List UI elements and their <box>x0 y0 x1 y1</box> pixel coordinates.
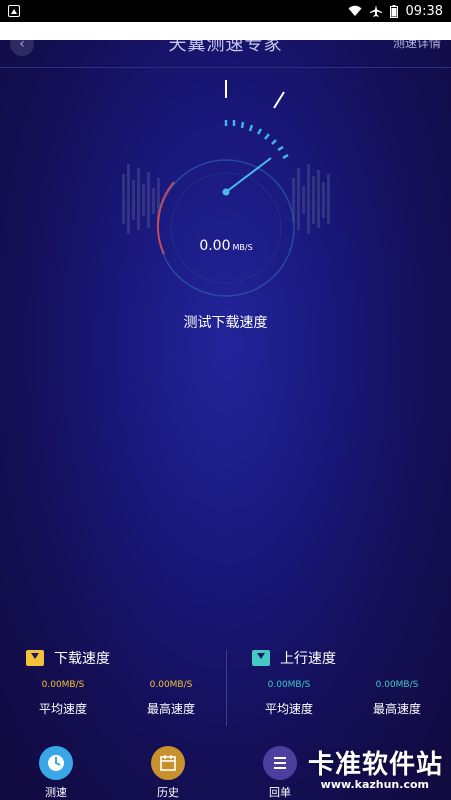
watermark-text: 卡准软件站 <box>307 750 443 780</box>
tab-receipt-label: 回单 <box>269 786 291 799</box>
upload-stats: 上行速度 0.00MB/S 平均速度 0.00MB/S 最高速度 <box>226 636 446 730</box>
download-title: 下载速度 <box>54 651 110 667</box>
tab-speed-test-label: 测速 <box>45 786 67 799</box>
download-max-value: 0.00MB/S <box>149 680 193 690</box>
gauge-graphic <box>122 80 330 297</box>
upload-heading: 上行速度 <box>252 648 336 668</box>
gauge-hub <box>222 188 230 196</box>
status-time: 09:38 <box>405 3 443 19</box>
download-stats: 下载速度 0.00MB/S 平均速度 0.00MB/S 最高速度 <box>0 636 220 730</box>
wifi-icon <box>348 5 362 16</box>
top-strip <box>0 22 451 40</box>
battery-icon <box>389 4 398 18</box>
notification-icon <box>8 5 20 17</box>
upload-icon <box>252 650 270 666</box>
status-bar: 09:38 <box>0 0 451 22</box>
download-average-value: 0.00MB/S <box>41 680 85 690</box>
download-heading: 下载速度 <box>26 648 110 668</box>
download-max-label: 最高速度 <box>146 702 195 716</box>
clock-icon <box>39 746 73 780</box>
upload-average: 0.00MB/S 平均速度 <box>244 680 334 717</box>
current-speed-readout: 0.00 MB/S <box>116 238 336 254</box>
speed-details-link[interactable]: 测速详情 <box>393 40 441 51</box>
upload-title: 上行速度 <box>280 651 336 667</box>
download-max: 0.00MB/S 最高速度 <box>126 680 216 717</box>
tab-history[interactable]: 历史 <box>138 746 198 800</box>
upload-average-label: 平均速度 <box>264 702 313 716</box>
gauge-ticks <box>224 120 289 160</box>
watermark-url: www.kazhun.com <box>320 778 429 791</box>
calendar-icon <box>151 746 185 780</box>
airplane-icon <box>369 5 382 17</box>
header: ‹ 天翼测速专家 测速详情 <box>0 40 451 68</box>
current-speed-value: 0.00 <box>199 238 231 254</box>
page-title: 天翼测速专家 <box>168 40 283 55</box>
tab-receipt[interactable]: 回单 <box>250 746 310 800</box>
app-screen: ‹ 天翼测速专家 测速详情 0.00 MB/S 测试下载速度 下载速度 0.00… <box>0 40 451 800</box>
tab-history-label: 历史 <box>157 786 179 799</box>
download-icon <box>26 650 44 666</box>
upload-max-label: 最高速度 <box>372 702 421 716</box>
upload-max-value: 0.00MB/S <box>375 680 419 690</box>
speed-gauge: 0.00 MB/S <box>116 70 336 300</box>
tab-speed-test[interactable]: 测速 <box>26 746 86 800</box>
upload-average-value: 0.00MB/S <box>267 680 311 690</box>
equalizer-bars <box>122 164 330 234</box>
upload-max: 0.00MB/S 最高速度 <box>352 680 442 717</box>
test-status-label: 测试下载速度 <box>183 315 268 331</box>
download-average-label: 平均速度 <box>38 702 87 716</box>
current-speed-unit: MB/S <box>232 243 253 252</box>
speed-stats: 下载速度 0.00MB/S 平均速度 0.00MB/S 最高速度 上行速度 0.… <box>0 636 451 730</box>
download-average: 0.00MB/S 平均速度 <box>18 680 108 717</box>
list-icon <box>263 746 297 780</box>
